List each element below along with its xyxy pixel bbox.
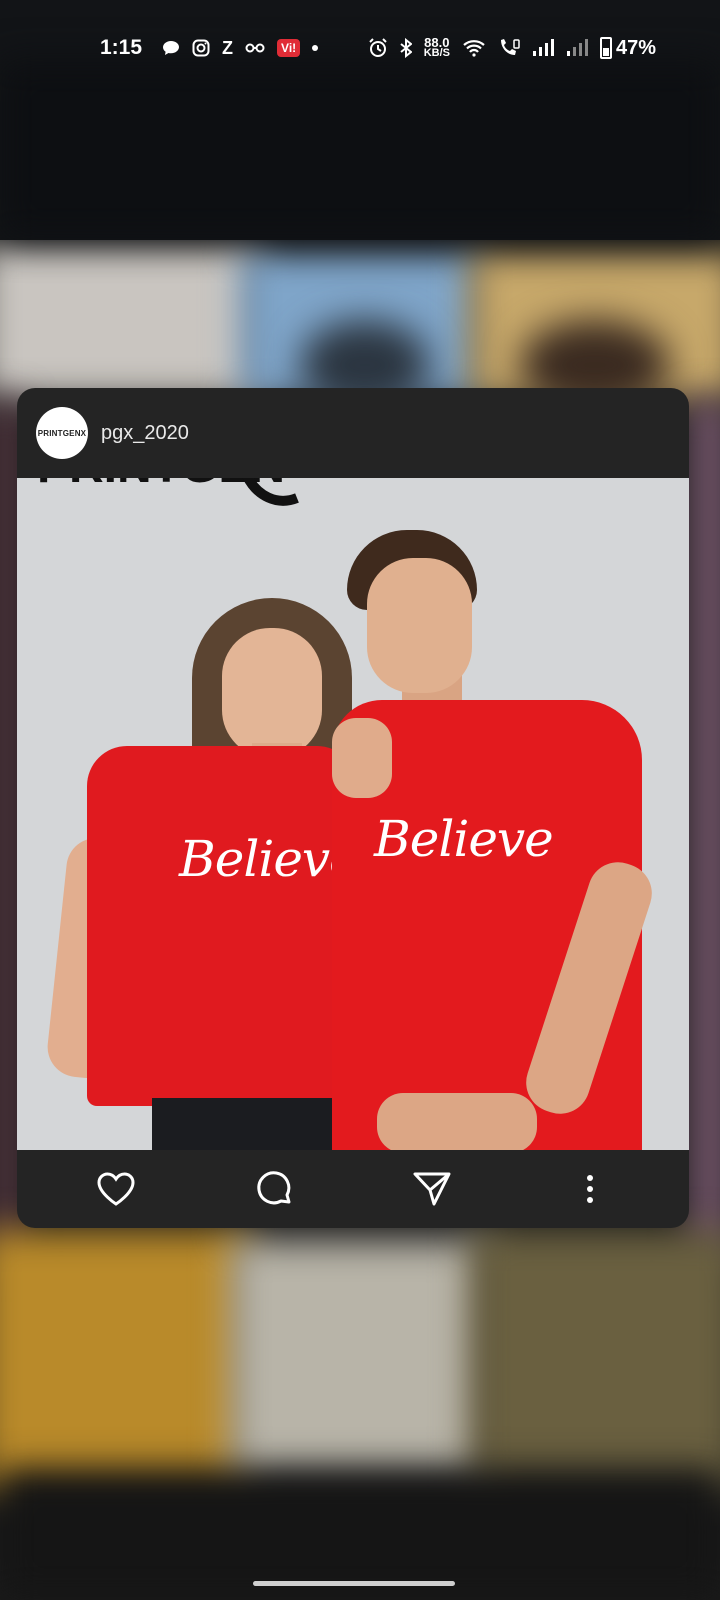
tshirt-print-left: Believe [179, 830, 359, 888]
status-right: 88.0 KB/S 47% [368, 36, 656, 60]
heart-icon [97, 1172, 135, 1206]
more-options-button[interactable] [562, 1161, 618, 1217]
battery-percent: 47% [615, 36, 656, 59]
vi-app-icon: Vi! [277, 39, 301, 57]
network-speed: 88.0 KB/S [423, 36, 450, 59]
post-preview-card: PRINTGENX pgx_2020 PRINTGEN Believe Beli… [17, 388, 689, 1228]
avatar[interactable]: PRINTGENX [36, 407, 88, 459]
home-indicator[interactable] [253, 1581, 455, 1586]
battery-icon [599, 37, 612, 59]
chat-bubble-icon [162, 40, 180, 56]
woman-face [222, 628, 322, 758]
instagram-icon [192, 39, 210, 57]
wifi-call-icon [498, 38, 520, 58]
status-left: 1:15 Z Vi! [100, 36, 319, 60]
status-bar: 1:15 Z Vi! 88.0 KB/S 47% [0, 0, 720, 96]
status-time: 1:15 [100, 36, 143, 59]
bluetooth-icon [400, 38, 412, 58]
notification-dot-icon [312, 45, 319, 51]
brand-logo: PRINTGEN [37, 478, 299, 506]
comment-button[interactable] [246, 1161, 302, 1217]
send-icon [413, 1172, 451, 1206]
post-header[interactable]: PRINTGENX pgx_2020 [17, 388, 689, 478]
share-button[interactable] [404, 1161, 460, 1217]
post-photo[interactable]: PRINTGEN Believe Believe [17, 478, 689, 1150]
more-vertical-icon [587, 1175, 593, 1203]
wifi-icon [462, 39, 486, 57]
z-app-icon: Z [222, 37, 234, 58]
post-action-bar [17, 1150, 689, 1228]
tshirt-print-right: Believe [374, 810, 554, 868]
comment-icon [257, 1171, 291, 1205]
man-face [367, 558, 472, 693]
username[interactable]: pgx_2020 [101, 422, 189, 445]
signal-icon [532, 39, 554, 57]
battery: 47% [599, 36, 656, 60]
glasses-icon [245, 42, 265, 54]
net-speed-unit: KB/S [423, 47, 450, 59]
like-button[interactable] [88, 1161, 144, 1217]
alarm-icon [368, 38, 388, 58]
signal-weak-icon [566, 39, 588, 57]
woman-red-tshirt [87, 746, 357, 1106]
